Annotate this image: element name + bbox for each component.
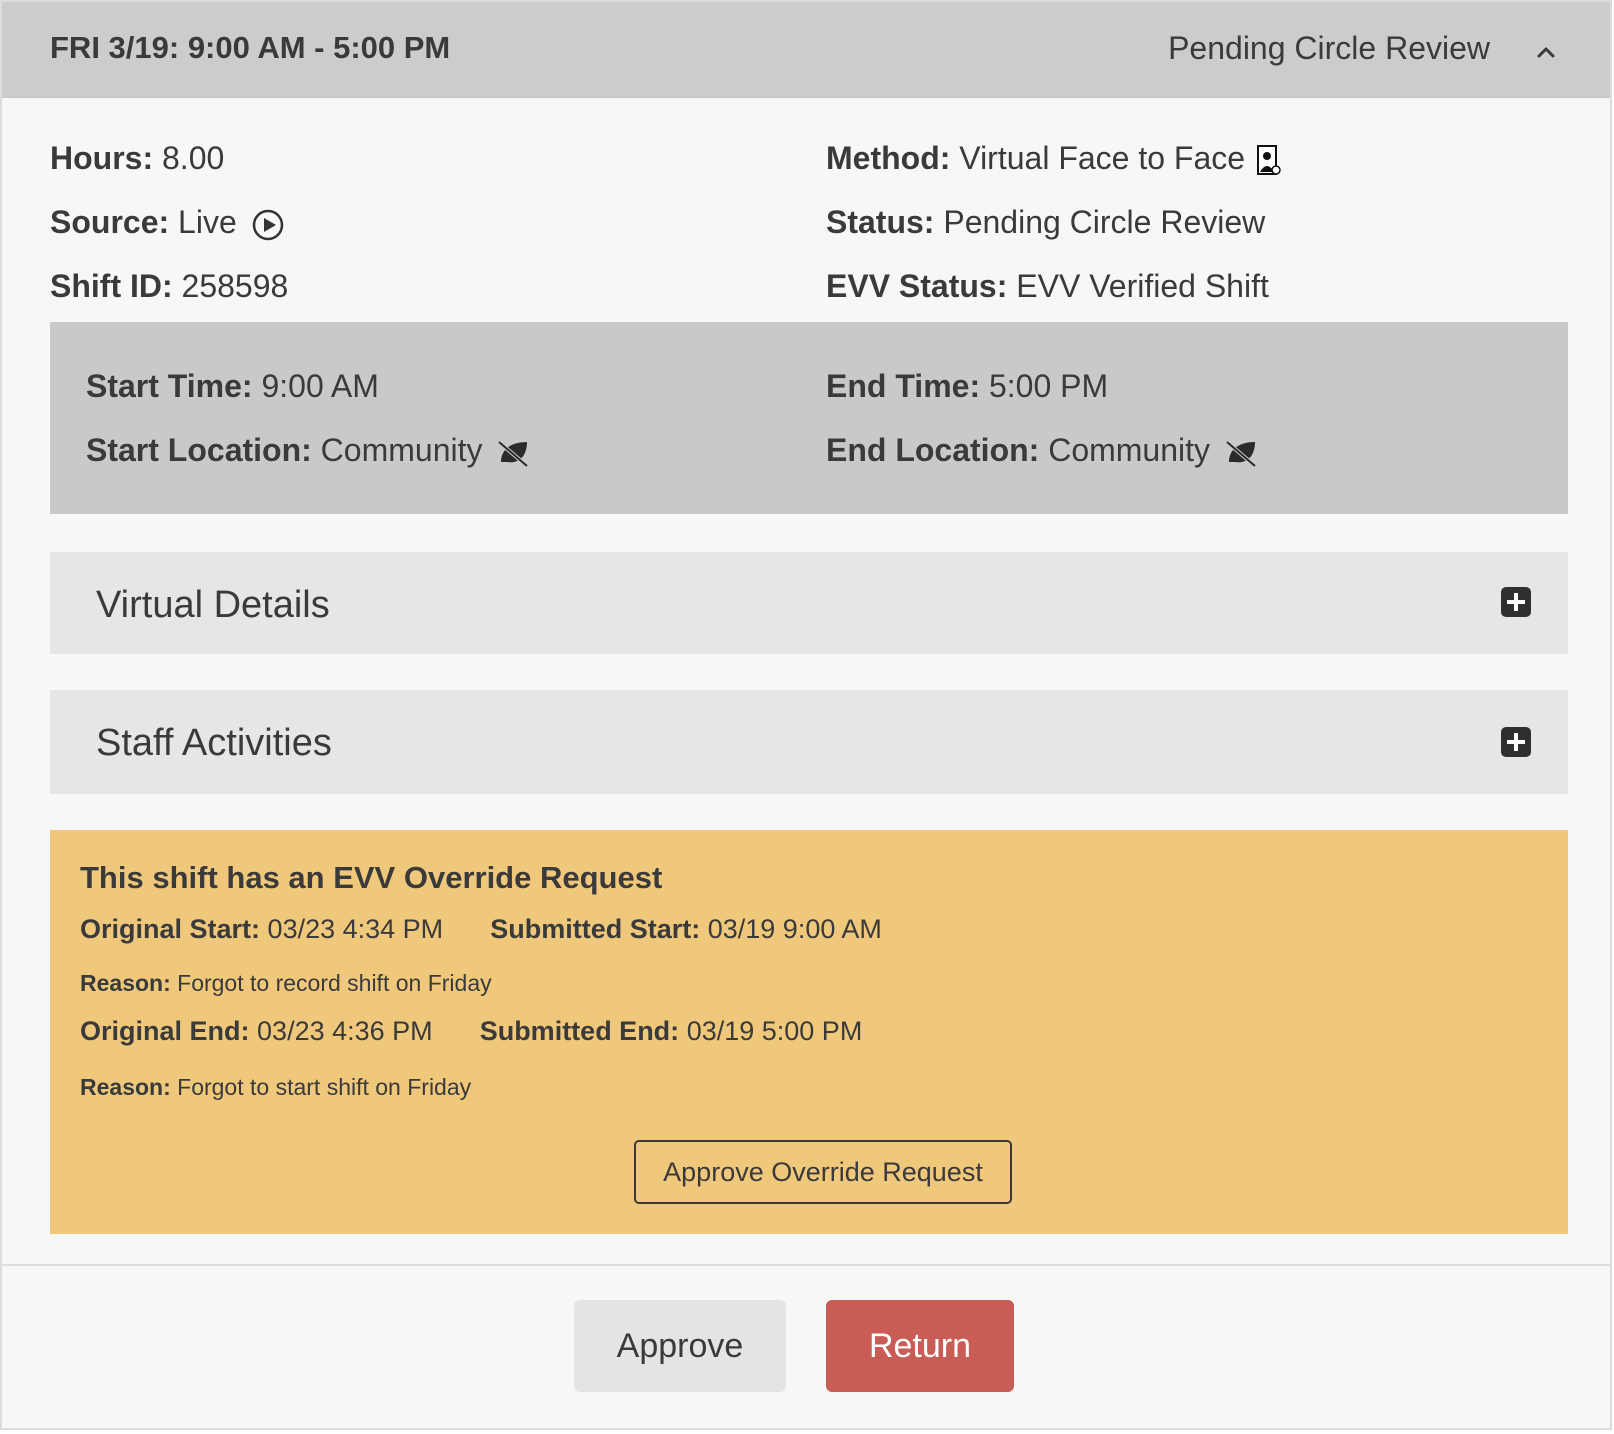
end-location-value: Community [1048,432,1211,468]
start-location-value: Community [320,432,483,468]
hours-value: 8.00 [162,140,225,176]
shift-id-row: Shift ID: 258598 [50,268,288,305]
original-start-label: Original Start: [80,914,261,944]
status-value: Pending Circle Review [943,204,1266,240]
start-location-label: Start Location: [86,432,312,468]
virtual-details-title: Virtual Details [96,584,330,626]
override-start-row: Original Start: 03/23 4:34 PM Submitted … [80,914,882,945]
start-reason-value: Forgot to record shift on Friday [177,970,492,996]
submitted-end-value: 03/19 5:00 PM [686,1016,863,1046]
override-end-row: Original End: 03/23 4:36 PM Submitted En… [80,1016,862,1047]
evv-status-label: EVV Status: [826,268,1008,304]
chevron-up-icon[interactable] [1534,40,1558,64]
leaf-slash-icon [498,440,529,468]
staff-activities-title: Staff Activities [96,722,332,764]
start-location-row: Start Location: Community [86,432,531,469]
virtual-details-accordion[interactable]: Virtual Details [50,552,1568,654]
original-end-value: 03/23 4:36 PM [257,1016,433,1046]
shift-id-label: Shift ID: [50,268,173,304]
approve-button[interactable]: Approve [574,1300,786,1392]
method-row: Method: Virtual Face to Face [826,140,1282,178]
evv-status-value: EVV Verified Shift [1016,268,1269,304]
leaf-slash-icon [1225,440,1257,468]
staff-activities-accordion[interactable]: Staff Activities [50,690,1568,794]
end-location-row: End Location: Community [826,432,1259,469]
source-label: Source: [50,204,170,240]
footer-divider [2,1264,1610,1266]
override-title: This shift has an EVV Override Request [80,860,663,895]
shift-header-status: Pending Circle Review [1168,30,1490,66]
start-time-value: 9:00 AM [261,368,379,404]
end-time-value: 5:00 PM [988,368,1109,404]
end-time-label: End Time: [826,368,981,404]
original-end-label: Original End: [80,1016,250,1046]
return-button[interactable]: Return [826,1300,1014,1392]
time-location-panel: Start Time: 9:00 AM End Time: 5:00 PM St… [50,322,1568,514]
shift-id-value: 258598 [181,268,289,304]
end-reason-value: Forgot to start shift on Friday [177,1074,472,1100]
end-time-row: End Time: 5:00 PM [826,368,1108,405]
evv-override-panel: This shift has an EVV Override Request O… [50,830,1568,1234]
start-time-label: Start Time: [86,368,253,404]
method-label: Method: [826,140,951,176]
approve-override-button[interactable]: Approve Override Request [634,1140,1012,1204]
status-row: Status: Pending Circle Review [826,204,1265,241]
start-time-row: Start Time: 9:00 AM [86,368,379,405]
submitted-end-label: Submitted End: [479,1016,680,1046]
source-value: Live [178,204,237,240]
submitted-start-label: Submitted Start: [490,914,701,944]
submitted-start-value: 03/19 9:00 AM [707,914,882,944]
shift-header[interactable]: FRI 3/19: 9:00 AM - 5:00 PM Pending Circ… [2,2,1610,98]
start-reason-label: Reason: [80,970,171,996]
play-circle-icon [252,209,283,240]
end-reason-row: Reason: Forgot to start shift on Friday [80,1074,471,1101]
plus-square-icon[interactable] [1500,586,1532,618]
source-row: Source: Live [50,204,284,241]
method-value: Virtual Face to Face [959,140,1246,176]
hours-row: Hours: 8.00 [50,140,224,177]
end-location-label: End Location: [826,432,1040,468]
original-start-value: 03/23 4:34 PM [267,914,444,944]
person-video-icon [1256,144,1281,175]
shift-title: FRI 3/19: 9:00 AM - 5:00 PM [50,30,451,65]
hours-label: Hours: [50,140,154,176]
shift-card: FRI 3/19: 9:00 AM - 5:00 PM Pending Circ… [0,0,1612,1430]
evv-status-row: EVV Status: EVV Verified Shift [826,268,1269,305]
start-reason-row: Reason: Forgot to record shift on Friday [80,970,492,997]
status-label: Status: [826,204,935,240]
plus-square-icon[interactable] [1500,726,1532,758]
end-reason-label: Reason: [80,1074,171,1100]
